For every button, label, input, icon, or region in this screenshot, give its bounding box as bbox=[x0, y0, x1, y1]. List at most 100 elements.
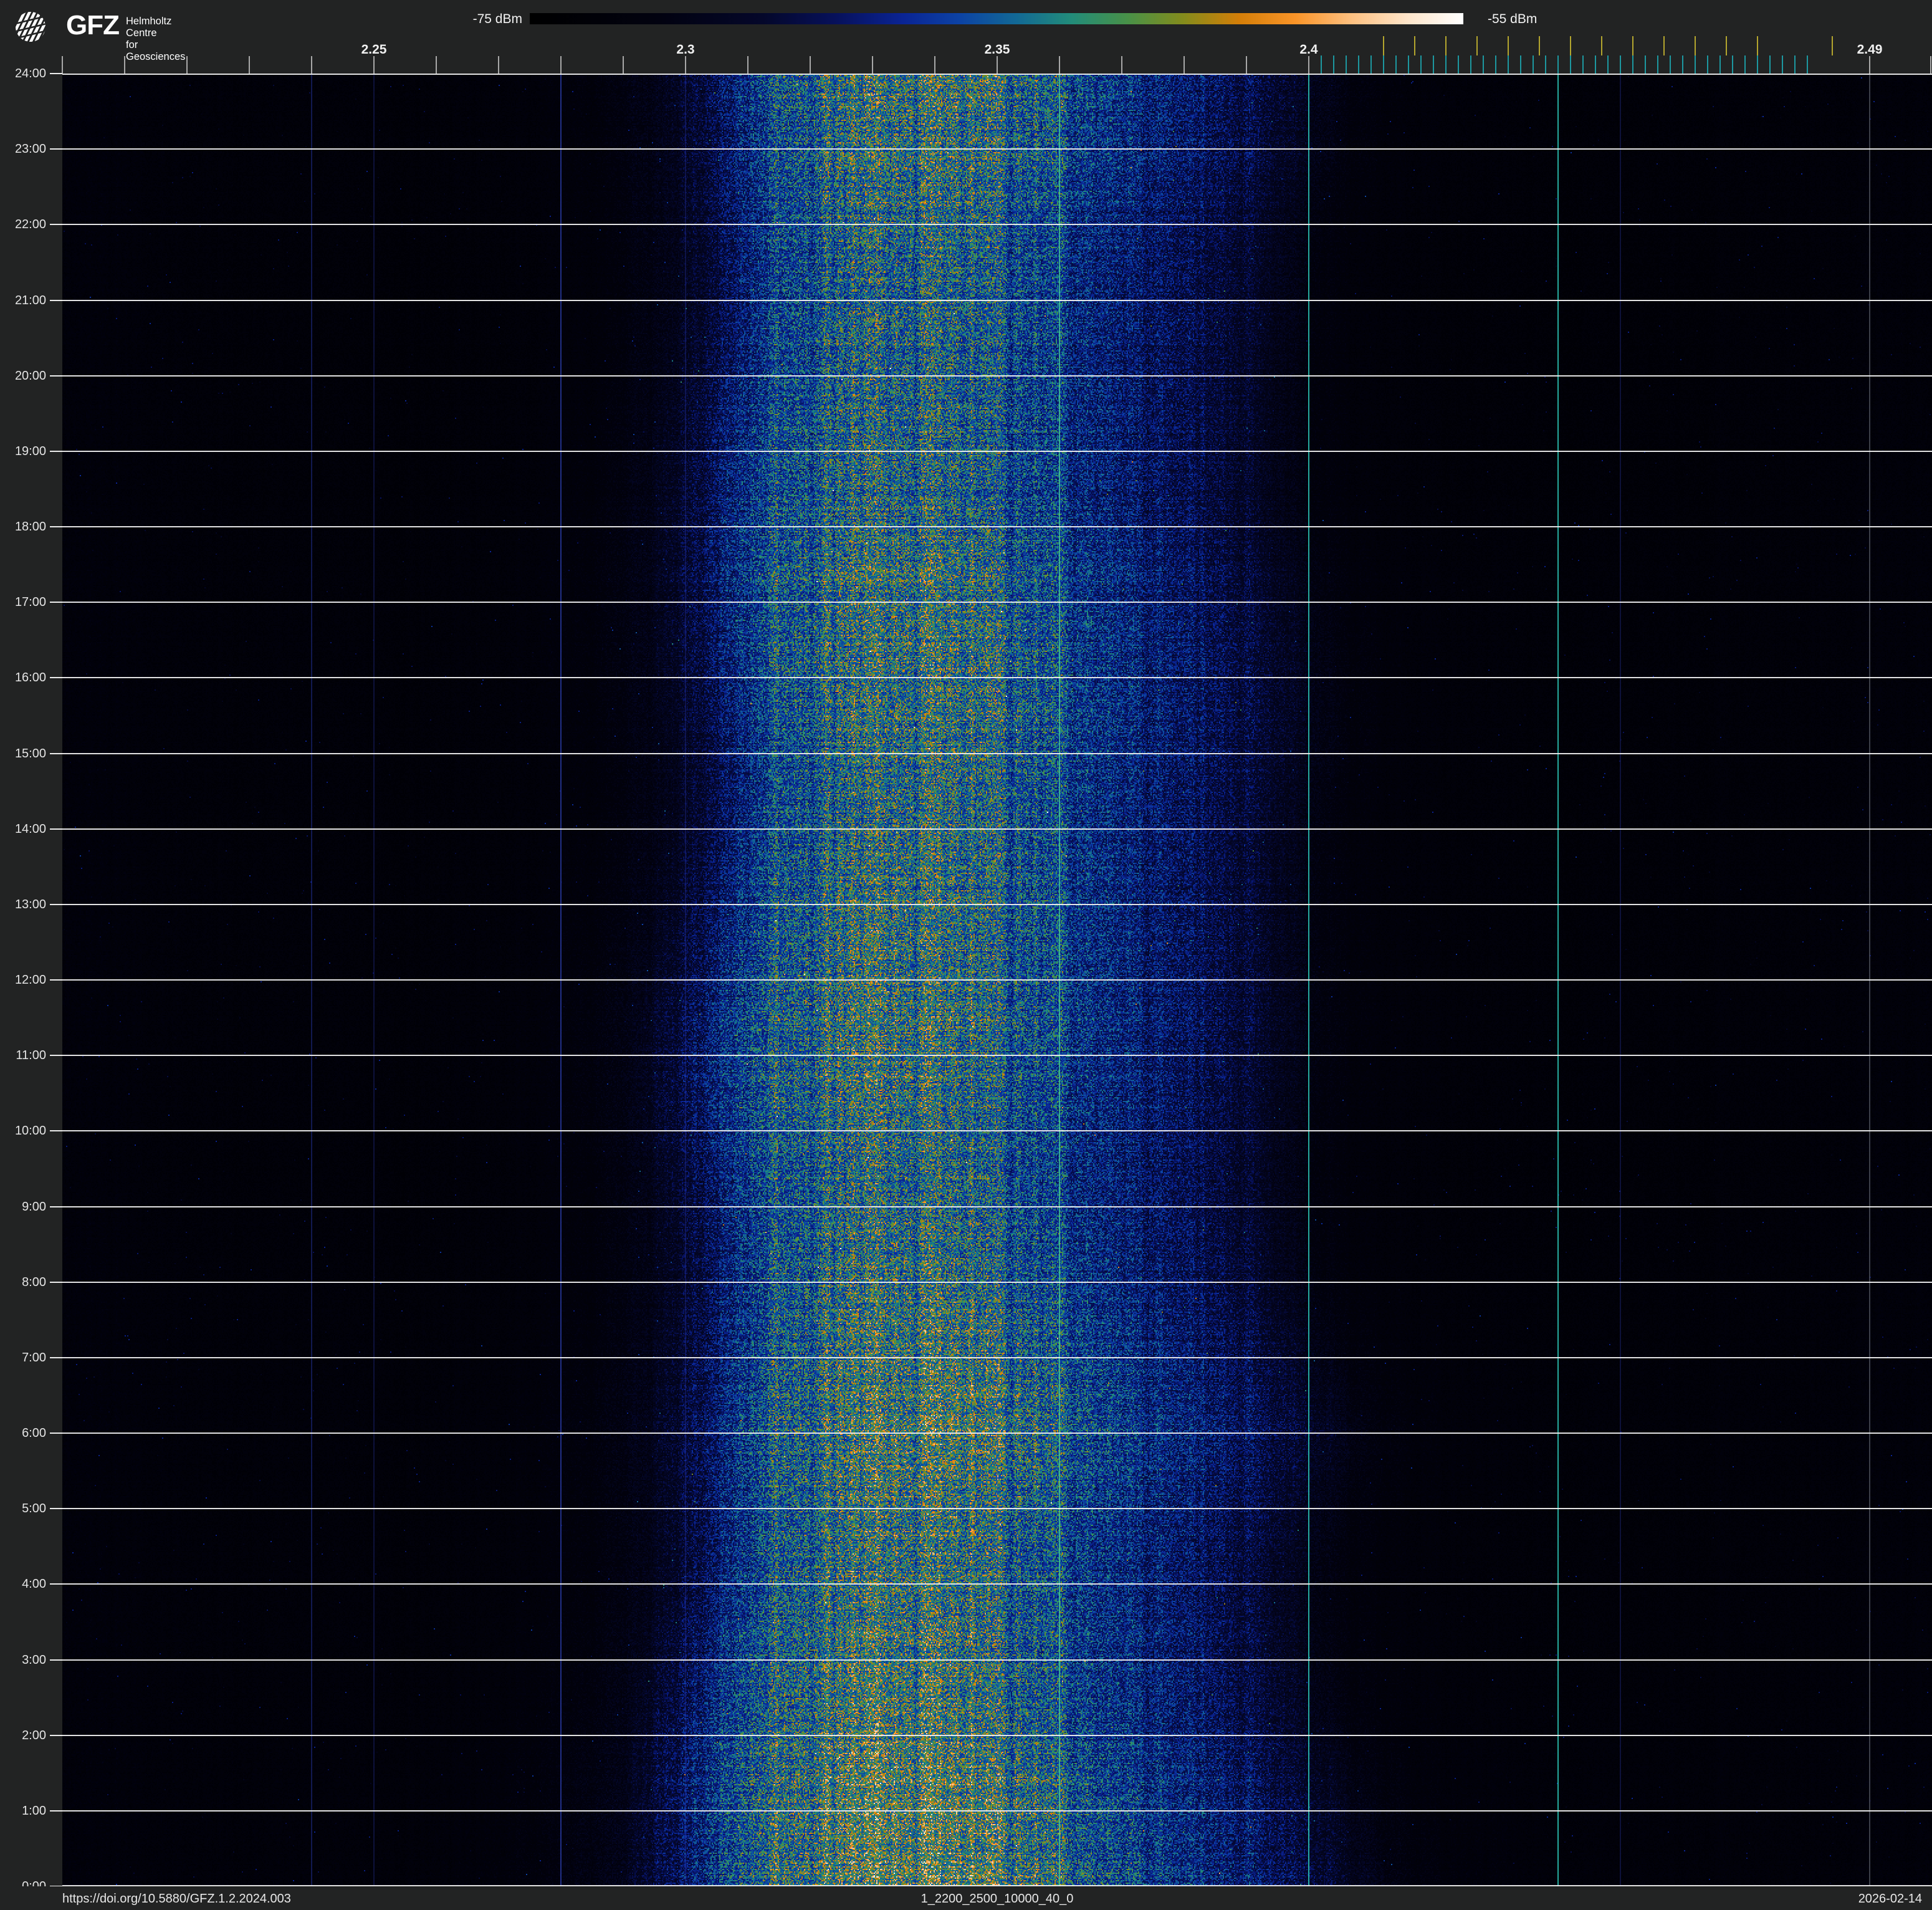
hour-tick bbox=[50, 1659, 62, 1661]
time-label: 6:00 bbox=[22, 1426, 46, 1440]
hour-tick bbox=[50, 526, 62, 527]
ble-channel-tick bbox=[1794, 55, 1796, 74]
ble-channel-tick bbox=[1545, 55, 1546, 74]
freq-tick-minor bbox=[1869, 56, 1870, 74]
wifi-channel-tick bbox=[1632, 36, 1633, 55]
freq-tick-minor bbox=[872, 56, 873, 74]
freq-tick-minor bbox=[1121, 56, 1122, 74]
freq-tick-minor bbox=[1059, 56, 1060, 74]
time-label: 11:00 bbox=[16, 1049, 46, 1063]
ble-channel-tick bbox=[1483, 55, 1484, 74]
time-label: 9:00 bbox=[22, 1199, 46, 1214]
ble-channel-tick bbox=[1769, 55, 1771, 74]
ble-channel-tick bbox=[1358, 55, 1359, 74]
wifi-channel-tick bbox=[1539, 36, 1540, 55]
freq-tick-minor bbox=[747, 56, 748, 74]
freq-tick-minor bbox=[62, 56, 63, 74]
ble-channel-tick bbox=[1520, 55, 1521, 74]
hour-tick bbox=[50, 1432, 62, 1434]
hour-tick bbox=[50, 677, 62, 679]
ble-channel-tick bbox=[1645, 55, 1646, 74]
time-label: 13:00 bbox=[14, 897, 46, 911]
hour-tick bbox=[50, 1356, 62, 1358]
time-label: 7:00 bbox=[22, 1350, 46, 1365]
freq-tick-minor bbox=[560, 56, 562, 74]
freq-tick-minor bbox=[436, 56, 437, 74]
hour-tick bbox=[50, 979, 62, 981]
ble-channel-tick bbox=[1395, 55, 1397, 74]
date-text: 2026-02-14 bbox=[1858, 1892, 1922, 1906]
dataset-id-text: 1_2200_2500_10000_40_0 bbox=[921, 1892, 1074, 1906]
spectrogram-page: { "header": { "logo": { "brand": "GFZ", … bbox=[0, 0, 1932, 1910]
header-bar: GFZ Helmholtz Centre for Geosciences -75… bbox=[0, 0, 1932, 74]
ble-channel-tick bbox=[1495, 55, 1496, 74]
time-label: 1:00 bbox=[22, 1803, 46, 1818]
freq-tick-minor bbox=[124, 56, 125, 74]
wifi-channel-tick bbox=[1508, 36, 1509, 55]
time-label: 2:00 bbox=[22, 1728, 46, 1742]
freq-tick-minor bbox=[1308, 56, 1309, 74]
ble-channel-tick bbox=[1719, 55, 1721, 74]
ble-channel-tick bbox=[1607, 55, 1609, 74]
freq-tick-minor bbox=[685, 56, 686, 74]
time-label: 22:00 bbox=[14, 218, 46, 232]
ble-channel-tick bbox=[1346, 55, 1347, 74]
ble-channel-tick bbox=[1807, 55, 1808, 74]
ble-channel-tick bbox=[1370, 55, 1372, 74]
colorbar-max-label: -55 dBm bbox=[1488, 12, 1537, 26]
ble-channel-tick bbox=[1582, 55, 1584, 74]
ble-channel-tick bbox=[1470, 55, 1471, 74]
ble-channel-tick bbox=[1321, 55, 1322, 74]
wifi-channel-tick bbox=[1695, 36, 1696, 55]
footer-bar: https://doi.org/10.5880/GFZ.1.2.2024.003… bbox=[0, 1886, 1932, 1910]
hour-tick bbox=[50, 148, 62, 150]
hour-tick bbox=[50, 1810, 62, 1812]
freq-tick-minor bbox=[311, 56, 312, 74]
wifi-channel-tick bbox=[1663, 36, 1665, 55]
ble-channel-tick bbox=[1695, 55, 1696, 74]
time-label: 15:00 bbox=[14, 746, 46, 761]
freq-tick-minor bbox=[186, 56, 188, 74]
ble-channel-tick bbox=[1657, 55, 1658, 74]
wifi-channel-tick bbox=[1570, 36, 1571, 55]
ble-channel-tick bbox=[1383, 55, 1384, 74]
ble-channel-tick bbox=[1445, 55, 1447, 74]
time-label: 3:00 bbox=[22, 1653, 46, 1667]
hour-tick bbox=[50, 752, 62, 754]
gfz-subtitle-line2: for Geosciences bbox=[126, 39, 186, 62]
ble-channel-tick bbox=[1333, 55, 1334, 74]
wifi-channel-tick bbox=[1832, 36, 1833, 55]
freq-tick-minor bbox=[498, 56, 499, 74]
ble-channel-tick bbox=[1757, 55, 1758, 74]
hour-tick bbox=[50, 450, 62, 452]
hour-tick bbox=[50, 1130, 62, 1132]
ble-channel-tick bbox=[1533, 55, 1534, 74]
hour-tick bbox=[50, 602, 62, 603]
freq-axis-label: 2.4 bbox=[1299, 42, 1318, 57]
freq-tick-minor bbox=[373, 56, 375, 74]
hour-tick bbox=[50, 1583, 62, 1585]
time-label: 20:00 bbox=[14, 368, 46, 383]
gfz-wordmark: GFZ bbox=[66, 10, 120, 41]
ble-channel-tick bbox=[1570, 55, 1571, 74]
time-label: 10:00 bbox=[14, 1124, 46, 1138]
time-label: 8:00 bbox=[22, 1275, 46, 1289]
wifi-channel-tick bbox=[1476, 36, 1478, 55]
freq-tick-minor bbox=[1184, 56, 1185, 74]
spectrogram-canvas bbox=[62, 74, 1932, 1886]
ble-channel-tick bbox=[1682, 55, 1683, 74]
time-label: 5:00 bbox=[22, 1502, 46, 1516]
freq-tick-minor bbox=[997, 56, 998, 74]
wifi-channel-tick bbox=[1383, 36, 1384, 55]
wifi-channel-tick bbox=[1414, 36, 1415, 55]
time-label: 12:00 bbox=[14, 973, 46, 987]
freq-tick-minor bbox=[1246, 56, 1247, 74]
ble-channel-tick bbox=[1420, 55, 1422, 74]
ble-channel-tick bbox=[1670, 55, 1671, 74]
ble-channel-tick bbox=[1458, 55, 1459, 74]
freq-tick-minor bbox=[1930, 56, 1931, 74]
freq-tick-minor bbox=[623, 56, 624, 74]
time-label: 16:00 bbox=[14, 671, 46, 685]
freq-tick-minor bbox=[249, 56, 250, 74]
freq-axis-label: 2.3 bbox=[676, 42, 695, 57]
